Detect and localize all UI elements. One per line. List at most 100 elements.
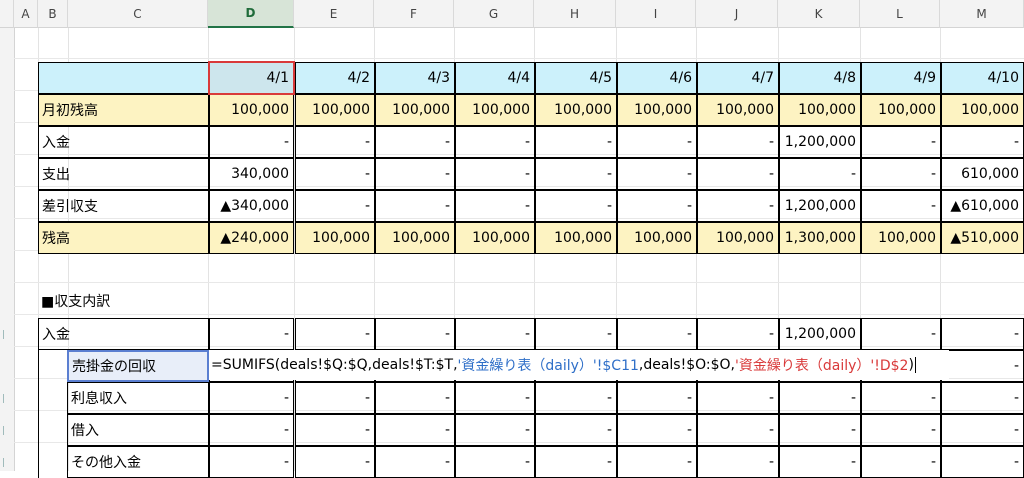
summary-value-cell[interactable]: 1,300,000 (779, 222, 861, 254)
col-header-corner[interactable] (0, 0, 14, 28)
detail-header-value[interactable]: - (375, 318, 455, 350)
detail-header-value[interactable]: - (697, 318, 779, 350)
row-header-gutter[interactable]: | | | | (0, 28, 15, 471)
detail-value-cell[interactable]: - (295, 446, 375, 478)
detail-value-cell[interactable]: - (941, 414, 1024, 446)
date-header-cell[interactable]: 4/9 (861, 62, 941, 94)
detail-indent-cell[interactable] (38, 414, 68, 446)
col-header-b[interactable]: B (38, 0, 68, 28)
detail-indent-cell[interactable] (38, 350, 68, 382)
detail-header-value[interactable]: - (861, 318, 941, 350)
col-header-e[interactable]: E (294, 0, 374, 28)
detail-value-cell[interactable]: - (617, 414, 697, 446)
detail-value-cell[interactable]: - (535, 446, 617, 478)
detail-value-cell[interactable]: - (375, 414, 455, 446)
summary-value-cell[interactable]: 100,000 (375, 222, 455, 254)
summary-value-cell[interactable]: - (861, 158, 941, 190)
detail-value-cell[interactable]: - (779, 446, 861, 478)
detail-header-value[interactable]: - (535, 318, 617, 350)
summary-value-cell[interactable]: - (455, 190, 535, 222)
section-title[interactable]: ■収支内訳 (38, 286, 238, 316)
summary-value-cell[interactable]: - (861, 126, 941, 158)
col-header-h[interactable]: H (534, 0, 616, 28)
summary-value-cell[interactable]: 100,000 (535, 222, 617, 254)
col-header-g[interactable]: G (454, 0, 534, 28)
detail-value-cell[interactable]: - (455, 414, 535, 446)
detail-header-value[interactable]: - (617, 318, 697, 350)
summary-value-cell[interactable]: 100,000 (697, 94, 779, 126)
summary-value-cell[interactable]: - (617, 158, 697, 190)
detail-value-cell[interactable]: - (455, 446, 535, 478)
detail-value-cell[interactable]: - (375, 446, 455, 478)
summary-value-cell[interactable]: 340,000 (209, 158, 294, 190)
detail-value-cell[interactable]: - (941, 446, 1024, 478)
summary-value-cell[interactable]: - (295, 126, 375, 158)
detail-value-cell[interactable]: - (375, 382, 455, 414)
detail-value-cell[interactable]: - (455, 382, 535, 414)
summary-value-cell[interactable]: 100,000 (375, 94, 455, 126)
col-header-a[interactable]: A (14, 0, 38, 28)
summary-value-cell[interactable]: 100,000 (295, 94, 375, 126)
col-header-f[interactable]: F (374, 0, 454, 28)
detail-value-cell[interactable]: - (779, 382, 861, 414)
summary-value-cell[interactable]: ▲610,000 (941, 190, 1024, 222)
summary-value-cell[interactable]: ▲510,000 (941, 222, 1024, 254)
summary-row-label[interactable]: 支出 (38, 158, 209, 190)
detail-value-cell[interactable]: - (861, 414, 941, 446)
summary-value-cell[interactable]: - (861, 190, 941, 222)
detail-header-value[interactable]: 1,200,000 (779, 318, 861, 350)
col-header-c[interactable]: C (68, 0, 208, 28)
summary-value-cell[interactable]: - (375, 126, 455, 158)
date-header-cell[interactable]: 4/7 (697, 62, 779, 94)
detail-value-cell[interactable]: - (209, 414, 294, 446)
detail-row-label[interactable]: 売掛金の回収 (67, 350, 209, 382)
summary-value-cell[interactable]: 100,000 (617, 94, 697, 126)
detail-value-cell[interactable]: - (617, 446, 697, 478)
summary-row-label[interactable]: 入金 (38, 126, 209, 158)
summary-row-label[interactable]: 差引収支 (38, 190, 209, 222)
summary-value-cell[interactable]: - (295, 190, 375, 222)
date-header-cell[interactable]: 4/6 (617, 62, 697, 94)
detail-row-label[interactable]: 利息収入 (67, 382, 209, 414)
summary-value-cell[interactable]: - (375, 190, 455, 222)
summary-value-cell[interactable]: 1,200,000 (779, 126, 861, 158)
summary-value-cell[interactable]: - (779, 158, 861, 190)
detail-value-cell[interactable]: - (535, 414, 617, 446)
summary-value-cell[interactable]: - (697, 190, 779, 222)
date-header-cell[interactable]: 4/10 (941, 62, 1024, 94)
summary-value-cell[interactable]: 100,000 (209, 94, 294, 126)
summary-value-cell[interactable]: - (697, 126, 779, 158)
summary-value-cell[interactable]: - (697, 158, 779, 190)
summary-value-cell[interactable]: - (455, 126, 535, 158)
date-header-cell[interactable]: 4/3 (375, 62, 455, 94)
date-header-cell[interactable]: 4/8 (779, 62, 861, 94)
detail-header-value[interactable]: - (295, 318, 375, 350)
summary-value-cell[interactable]: 100,000 (779, 94, 861, 126)
summary-value-cell[interactable]: - (455, 158, 535, 190)
summary-value-cell[interactable]: ▲340,000 (209, 190, 294, 222)
detail-value-cell[interactable]: - (535, 382, 617, 414)
summary-value-cell[interactable]: 100,000 (295, 222, 375, 254)
detail-indent-cell[interactable] (38, 446, 68, 478)
detail-value-cell[interactable]: - (861, 446, 941, 478)
summary-row-label[interactable]: 月初残高 (38, 94, 209, 126)
date-header-cell[interactable]: 4/5 (535, 62, 617, 94)
summary-value-cell[interactable]: - (295, 158, 375, 190)
detail-value-cell[interactable]: - (861, 382, 941, 414)
summary-value-cell[interactable]: - (617, 190, 697, 222)
detail-value-cell[interactable]: - (209, 446, 294, 478)
detail-value-cell[interactable]: - (697, 382, 779, 414)
detail-header-value[interactable]: - (209, 318, 294, 350)
col-header-m[interactable]: M (940, 0, 1024, 28)
detail-value-cell[interactable]: - (941, 382, 1024, 414)
formula-editor[interactable]: =SUMIFS(deals!$Q:$Q,deals!$T:$T, '資金繰り表（d… (209, 350, 949, 380)
summary-value-cell[interactable]: 1,200,000 (779, 190, 861, 222)
summary-value-cell[interactable]: - (535, 158, 617, 190)
summary-value-cell[interactable]: 610,000 (941, 158, 1024, 190)
detail-value-cell[interactable]: - (617, 382, 697, 414)
detail-row-label[interactable]: 借入 (67, 414, 209, 446)
detail-value-cell[interactable]: - (295, 414, 375, 446)
detail-value-cell[interactable]: - (295, 382, 375, 414)
detail-header-label[interactable]: 入金 (38, 318, 209, 350)
detail-value-cell[interactable]: - (697, 446, 779, 478)
